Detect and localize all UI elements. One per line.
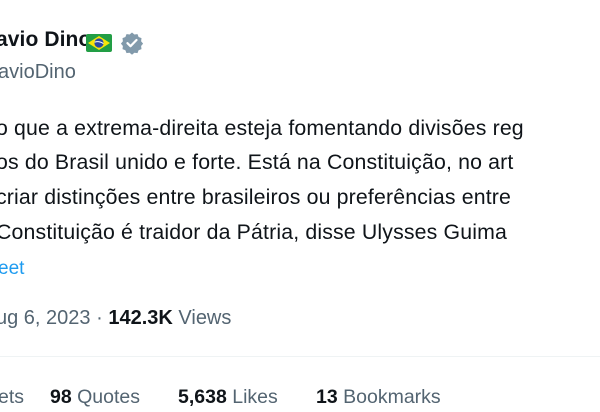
reposts-stat[interactable]: ets <box>0 386 24 409</box>
meta-separator: · <box>96 307 103 329</box>
quotes-stat[interactable]: 98 Quotes <box>50 386 140 409</box>
translate-tweet-link[interactable]: eet <box>0 258 24 280</box>
divider <box>0 356 600 357</box>
author-handle[interactable]: avioDino <box>0 61 76 84</box>
tweet-text-line: os do Brasil unido e forte. Está na Cons… <box>0 150 514 174</box>
likes-stat[interactable]: 5,638 Likes <box>178 386 278 409</box>
tweet-text-line: o que a extrema-direita esteja fomentand… <box>0 116 524 140</box>
reposts-label: ets <box>0 386 25 408</box>
tweet-text-line: criar distinções entre brasileiros ou pr… <box>0 185 512 209</box>
bookmarks-stat[interactable]: 13 Bookmarks <box>316 386 441 409</box>
views-count: 142.3K <box>108 307 173 329</box>
likes-count: 5,638 <box>178 386 227 408</box>
tweet-meta: ug 6, 2023 · 142.3K Views <box>0 307 231 330</box>
views-label: Views <box>178 307 232 329</box>
bookmarks-count: 13 <box>316 386 338 408</box>
tweet-date[interactable]: ug 6, 2023 <box>0 307 91 329</box>
quotes-count: 98 <box>50 386 72 408</box>
bookmarks-label: Bookmarks <box>343 386 441 408</box>
brazil-flag-icon <box>86 34 112 57</box>
likes-label: Likes <box>232 386 278 408</box>
tweet-text-line: Constituição é traidor da Pátria, disse … <box>0 220 508 244</box>
author-name[interactable]: avio Dino <box>0 28 91 52</box>
quotes-label: Quotes <box>77 386 140 408</box>
verified-badge-icon <box>120 31 144 60</box>
